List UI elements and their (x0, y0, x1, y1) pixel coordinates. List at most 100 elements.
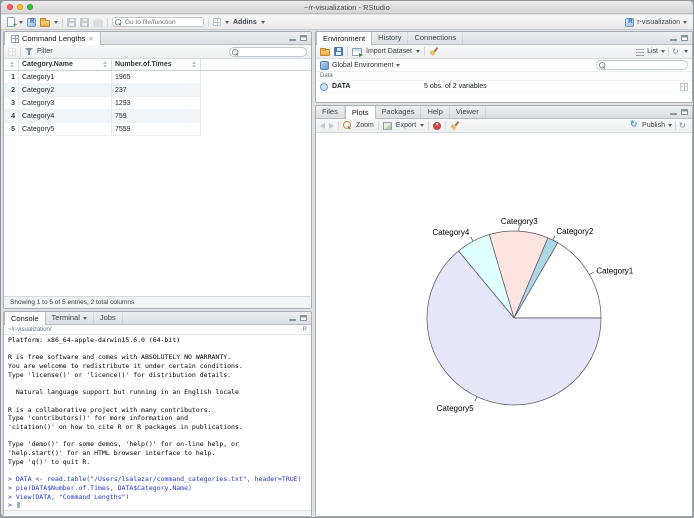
new-file-icon[interactable] (7, 17, 17, 29)
minimize-panel-icon[interactable] (289, 315, 296, 321)
column-header-number-of-times[interactable]: Number.of.Times (112, 59, 201, 70)
publish-icon (630, 121, 639, 130)
load-workspace-icon[interactable] (320, 47, 330, 56)
refresh-dropdown-icon[interactable] (684, 50, 688, 53)
table-row[interactable]: 3 Category3 1293 (4, 97, 201, 110)
rstudio-window: ~/r-visualization - RStudio Addins r-vis… (0, 0, 694, 518)
pie-label: Category5 (437, 404, 474, 413)
new-file-dropdown-icon[interactable] (19, 20, 23, 24)
close-tab-icon[interactable] (88, 33, 93, 45)
previous-plot-icon[interactable] (320, 122, 325, 129)
table-row[interactable]: 2 Category2 237 (4, 84, 201, 97)
console-output-line: Platform: x86_64-apple-darwin15.6.0 (64-… (8, 336, 181, 344)
open-file-icon[interactable] (40, 18, 50, 27)
pane-layout-dropdown-icon[interactable] (225, 20, 229, 24)
popout-view-icon[interactable] (8, 47, 16, 56)
list-view-button[interactable]: List (647, 48, 658, 55)
scope-dropdown-icon[interactable] (396, 63, 401, 67)
refresh-plot-icon[interactable] (679, 121, 688, 130)
table-row[interactable]: 4 Category4 759 (4, 110, 201, 123)
zoom-plot-button[interactable]: Zoom (356, 122, 374, 129)
tab-environment[interactable]: Environment (316, 32, 373, 45)
maximize-panel-icon[interactable] (300, 35, 307, 41)
tab-jobs[interactable]: Jobs (94, 312, 123, 324)
tab-plots[interactable]: Plots (344, 106, 376, 119)
maximize-panel-icon[interactable] (681, 35, 688, 41)
addins-dropdown-icon[interactable] (260, 20, 265, 24)
tab-command-lengths[interactable]: Command Lengths (4, 32, 101, 45)
maximize-panel-icon[interactable] (300, 315, 307, 321)
close-window-icon[interactable] (7, 4, 13, 10)
tab-history[interactable]: History (372, 32, 409, 44)
console-horizontal-scrollbar[interactable] (4, 510, 311, 516)
environment-scope-selector[interactable]: Global Environment (332, 62, 393, 69)
console-command-line: > View(DATA, "Command Lengths") (8, 492, 130, 501)
view-table-icon[interactable] (680, 82, 688, 91)
console-output[interactable]: Platform: x86_64-apple-darwin15.6.0 (64-… (4, 335, 311, 510)
next-plot-icon[interactable] (329, 122, 334, 129)
tab-files[interactable]: Files (316, 106, 345, 118)
zoom-window-icon[interactable] (27, 4, 33, 10)
console-output-line: R is free software and comes with ABSOLU… (8, 353, 232, 362)
minimize-panel-icon[interactable] (670, 35, 677, 41)
tab-terminal[interactable]: Terminal (46, 312, 94, 324)
maximize-panel-icon[interactable] (681, 109, 688, 115)
minimize-panel-icon[interactable] (670, 109, 677, 115)
working-directory[interactable]: ~/r-visualization/ (8, 325, 52, 335)
filter-button[interactable]: Filter (37, 48, 53, 55)
minimize-window-icon[interactable] (17, 4, 23, 10)
import-dataset-button[interactable]: Import Dataset (366, 48, 412, 55)
data-viewer-panel: Command Lengths Filter Category.Name (3, 31, 312, 309)
tab-help[interactable]: Help (421, 106, 450, 118)
export-plot-button[interactable]: Export (396, 122, 416, 129)
sort-icon (10, 60, 15, 69)
import-dataset-dropdown-icon[interactable] (415, 50, 420, 53)
toolbar-separator (675, 121, 676, 130)
table-cell: Category4 (19, 110, 112, 122)
print-icon[interactable] (93, 17, 103, 27)
project-dropdown-icon[interactable] (683, 20, 687, 24)
project-menu-button[interactable]: r-visualization (637, 19, 680, 26)
tab-packages[interactable]: Packages (376, 106, 422, 118)
publish-dropdown-icon[interactable] (668, 124, 672, 127)
tab-console[interactable]: Console (4, 312, 46, 325)
publish-button[interactable]: Publish (642, 122, 665, 129)
goto-file-input[interactable] (112, 17, 204, 27)
clear-objects-icon[interactable] (429, 47, 439, 57)
row-number-header[interactable] (4, 59, 19, 70)
toolbar-separator (338, 121, 339, 130)
tab-connections[interactable]: Connections (408, 32, 464, 44)
env-object-row[interactable]: DATA 5 obs. of 2 variables (316, 81, 692, 93)
terminal-dropdown-icon[interactable] (82, 316, 87, 320)
list-view-dropdown-icon[interactable] (661, 50, 665, 53)
export-dropdown-icon[interactable] (420, 124, 425, 127)
environment-search-input[interactable] (596, 60, 688, 70)
tab-label: Console (11, 313, 39, 323)
table-cell: 1965 (112, 71, 201, 83)
tab-viewer[interactable]: Viewer (450, 106, 486, 118)
env-object-summary: 5 obs. of 2 variables (424, 83, 487, 90)
console-output-line: 'help.start()' for an HTML browser inter… (8, 449, 216, 458)
column-header-category-name[interactable]: Category.Name (19, 59, 112, 70)
recent-files-dropdown-icon[interactable] (54, 20, 58, 24)
save-all-icon[interactable] (80, 17, 89, 27)
table-row[interactable]: 1 Category1 1965 (4, 71, 201, 84)
minimize-panel-icon[interactable] (289, 35, 296, 41)
save-icon[interactable] (67, 17, 76, 27)
save-workspace-icon[interactable] (334, 47, 343, 56)
pane-layout-icon[interactable] (213, 18, 221, 26)
refresh-environment-icon[interactable] (672, 47, 681, 56)
table-search-input[interactable] (229, 46, 307, 57)
addins-button[interactable]: Addins (233, 19, 257, 26)
traffic-lights (7, 4, 33, 10)
new-project-icon[interactable] (27, 17, 36, 27)
clear-all-plots-icon[interactable] (450, 121, 460, 131)
filter-icon[interactable] (25, 47, 33, 56)
console-output-line: 'citation()' on how to cite R or R packa… (8, 422, 243, 431)
remove-plot-icon[interactable] (433, 121, 442, 130)
console-output-line: R is a collaborative project with many c… (8, 405, 212, 414)
table-row[interactable]: 5 Category5 7559 (4, 123, 201, 136)
environment-panel: Environment History Connections Import D… (315, 31, 693, 103)
